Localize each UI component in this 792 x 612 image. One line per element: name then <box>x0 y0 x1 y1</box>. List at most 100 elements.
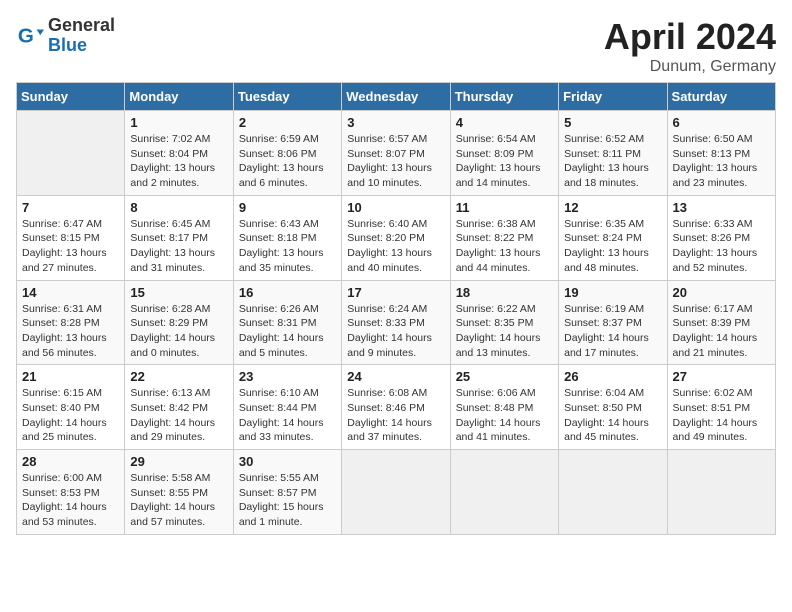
day-number: 18 <box>456 285 553 300</box>
day-number: 30 <box>239 454 336 469</box>
day-sun-info: Sunrise: 6:02 AMSunset: 8:51 PMDaylight:… <box>673 386 770 445</box>
calendar-cell: 14 Sunrise: 6:31 AMSunset: 8:28 PMDayligh… <box>17 280 125 365</box>
day-sun-info: Sunrise: 5:55 AMSunset: 8:57 PMDaylight:… <box>239 471 336 530</box>
day-number: 13 <box>673 200 770 215</box>
day-sun-info: Sunrise: 6:57 AMSunset: 8:07 PMDaylight:… <box>347 132 444 191</box>
weekday-header-saturday: Saturday <box>667 83 775 111</box>
calendar-cell: 7Sunrise: 6:47 AMSunset: 8:15 PMDaylight… <box>17 195 125 280</box>
logo-general-text: General <box>48 16 115 36</box>
logo-blue-text: Blue <box>48 36 115 56</box>
weekday-header-sunday: Sunday <box>17 83 125 111</box>
svg-text:G: G <box>18 24 34 47</box>
day-number: 16 <box>239 285 336 300</box>
day-sun-info: Sunrise: 6:31 AMSunset: 8:28 PMDaylight:… <box>22 302 119 361</box>
day-number: 9 <box>239 200 336 215</box>
day-number: 10 <box>347 200 444 215</box>
calendar-title: April 2024 <box>604 16 776 58</box>
day-number: 2 <box>239 115 336 130</box>
day-sun-info: Sunrise: 6:13 AMSunset: 8:42 PMDaylight:… <box>130 386 227 445</box>
calendar-cell: 23Sunrise: 6:10 AMSunset: 8:44 PMDayligh… <box>233 365 341 450</box>
calendar-cell: 17 Sunrise: 6:24 AMSunset: 8:33 PMDayligh… <box>342 280 450 365</box>
day-sun-info: Sunrise: 6:38 AMSunset: 8:22 PMDaylight:… <box>456 217 553 276</box>
calendar-cell: 25 Sunrise: 6:06 AMSunset: 8:48 PMDayligh… <box>450 365 558 450</box>
calendar-cell: 19 Sunrise: 6:19 AMSunset: 8:37 PMDayligh… <box>559 280 667 365</box>
day-number: 5 <box>564 115 661 130</box>
calendar-cell <box>667 450 775 535</box>
calendar-cell: 10 Sunrise: 6:40 AMSunset: 8:20 PMDayligh… <box>342 195 450 280</box>
calendar-cell: 5 Sunrise: 6:52 AMSunset: 8:11 PMDaylight… <box>559 111 667 196</box>
calendar-cell: 20Sunrise: 6:17 AMSunset: 8:39 PMDayligh… <box>667 280 775 365</box>
day-number: 23 <box>239 369 336 384</box>
calendar-cell: 18 Sunrise: 6:22 AMSunset: 8:35 PMDayligh… <box>450 280 558 365</box>
calendar-table: SundayMondayTuesdayWednesdayThursdayFrid… <box>16 82 776 535</box>
calendar-cell: 1Sunrise: 7:02 AMSunset: 8:04 PMDaylight… <box>125 111 233 196</box>
weekday-header-tuesday: Tuesday <box>233 83 341 111</box>
day-number: 28 <box>22 454 119 469</box>
title-block: April 2024 Dunum, Germany <box>604 16 776 76</box>
day-sun-info: Sunrise: 6:35 AMSunset: 8:24 PMDaylight:… <box>564 217 661 276</box>
day-sun-info: Sunrise: 6:24 AMSunset: 8:33 PMDaylight:… <box>347 302 444 361</box>
calendar-cell: 3 Sunrise: 6:57 AMSunset: 8:07 PMDaylight… <box>342 111 450 196</box>
day-number: 7 <box>22 200 119 215</box>
day-sun-info: Sunrise: 6:04 AMSunset: 8:50 PMDaylight:… <box>564 386 661 445</box>
day-number: 25 <box>456 369 553 384</box>
day-number: 8 <box>130 200 227 215</box>
day-sun-info: Sunrise: 6:15 AMSunset: 8:40 PMDaylight:… <box>22 386 119 445</box>
day-sun-info: Sunrise: 6:40 AMSunset: 8:20 PMDaylight:… <box>347 217 444 276</box>
calendar-week-row: 7Sunrise: 6:47 AMSunset: 8:15 PMDaylight… <box>17 195 776 280</box>
day-number: 3 <box>347 115 444 130</box>
calendar-week-row: 28 Sunrise: 6:00 AMSunset: 8:53 PMDayligh… <box>17 450 776 535</box>
day-sun-info: Sunrise: 6:43 AMSunset: 8:18 PMDaylight:… <box>239 217 336 276</box>
day-sun-info: Sunrise: 6:19 AMSunset: 8:37 PMDaylight:… <box>564 302 661 361</box>
calendar-cell <box>450 450 558 535</box>
calendar-cell: 30 Sunrise: 5:55 AMSunset: 8:57 PMDayligh… <box>233 450 341 535</box>
day-sun-info: Sunrise: 6:28 AMSunset: 8:29 PMDaylight:… <box>130 302 227 361</box>
logo: G General Blue <box>16 16 115 56</box>
calendar-cell: 27Sunrise: 6:02 AMSunset: 8:51 PMDayligh… <box>667 365 775 450</box>
calendar-cell <box>17 111 125 196</box>
calendar-cell: 28 Sunrise: 6:00 AMSunset: 8:53 PMDayligh… <box>17 450 125 535</box>
calendar-week-row: 21 Sunrise: 6:15 AMSunset: 8:40 PMDayligh… <box>17 365 776 450</box>
page-header: G General Blue April 2024 Dunum, Germany <box>16 16 776 76</box>
calendar-location: Dunum, Germany <box>604 58 776 76</box>
day-sun-info: Sunrise: 6:54 AMSunset: 8:09 PMDaylight:… <box>456 132 553 191</box>
day-number: 15 <box>130 285 227 300</box>
day-sun-info: Sunrise: 7:02 AMSunset: 8:04 PMDaylight:… <box>130 132 227 191</box>
weekday-header-thursday: Thursday <box>450 83 558 111</box>
day-number: 4 <box>456 115 553 130</box>
calendar-cell: 6Sunrise: 6:50 AMSunset: 8:13 PMDaylight… <box>667 111 775 196</box>
calendar-cell: 24 Sunrise: 6:08 AMSunset: 8:46 PMDayligh… <box>342 365 450 450</box>
calendar-cell <box>342 450 450 535</box>
calendar-cell: 9 Sunrise: 6:43 AMSunset: 8:18 PMDaylight… <box>233 195 341 280</box>
day-number: 12 <box>564 200 661 215</box>
day-sun-info: Sunrise: 5:58 AMSunset: 8:55 PMDaylight:… <box>130 471 227 530</box>
calendar-week-row: 1Sunrise: 7:02 AMSunset: 8:04 PMDaylight… <box>17 111 776 196</box>
day-sun-info: Sunrise: 6:06 AMSunset: 8:48 PMDaylight:… <box>456 386 553 445</box>
day-number: 21 <box>22 369 119 384</box>
day-number: 14 <box>22 285 119 300</box>
day-sun-info: Sunrise: 6:33 AMSunset: 8:26 PMDaylight:… <box>673 217 770 276</box>
day-number: 24 <box>347 369 444 384</box>
day-number: 22 <box>130 369 227 384</box>
weekday-header-row: SundayMondayTuesdayWednesdayThursdayFrid… <box>17 83 776 111</box>
logo-icon: G <box>16 22 44 50</box>
day-sun-info: Sunrise: 6:52 AMSunset: 8:11 PMDaylight:… <box>564 132 661 191</box>
day-number: 11 <box>456 200 553 215</box>
calendar-cell: 21 Sunrise: 6:15 AMSunset: 8:40 PMDayligh… <box>17 365 125 450</box>
calendar-cell: 22 Sunrise: 6:13 AMSunset: 8:42 PMDayligh… <box>125 365 233 450</box>
day-number: 29 <box>130 454 227 469</box>
calendar-cell: 15 Sunrise: 6:28 AMSunset: 8:29 PMDayligh… <box>125 280 233 365</box>
day-number: 20 <box>673 285 770 300</box>
calendar-cell <box>559 450 667 535</box>
day-sun-info: Sunrise: 6:00 AMSunset: 8:53 PMDaylight:… <box>22 471 119 530</box>
day-number: 17 <box>347 285 444 300</box>
day-number: 19 <box>564 285 661 300</box>
day-sun-info: Sunrise: 6:45 AMSunset: 8:17 PMDaylight:… <box>130 217 227 276</box>
day-sun-info: Sunrise: 6:08 AMSunset: 8:46 PMDaylight:… <box>347 386 444 445</box>
day-number: 26 <box>564 369 661 384</box>
day-sun-info: Sunrise: 6:22 AMSunset: 8:35 PMDaylight:… <box>456 302 553 361</box>
day-sun-info: Sunrise: 6:59 AMSunset: 8:06 PMDaylight:… <box>239 132 336 191</box>
calendar-cell: 8 Sunrise: 6:45 AMSunset: 8:17 PMDaylight… <box>125 195 233 280</box>
day-number: 6 <box>673 115 770 130</box>
calendar-cell: 29 Sunrise: 5:58 AMSunset: 8:55 PMDayligh… <box>125 450 233 535</box>
